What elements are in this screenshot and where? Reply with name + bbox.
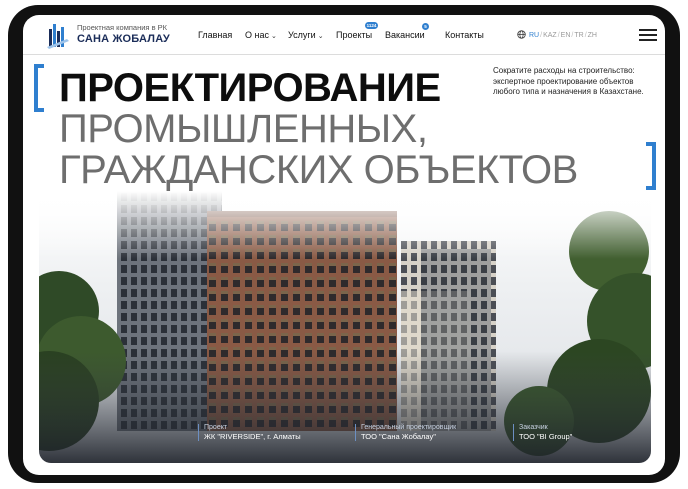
nav-item-services[interactable]: Услуги ⌄	[288, 30, 324, 40]
language-switcher: RU/KAZ/EN/TR/ZH	[517, 30, 597, 39]
projects-count-badge: 1124	[365, 22, 378, 29]
general-designer-info: Генеральный проектировщик ТОО "Сана Жоба…	[355, 424, 456, 441]
logo-subtitle: Проектная компания в РК	[77, 23, 168, 32]
lang-separator: /	[540, 32, 543, 39]
nav-item-label: Главная	[198, 30, 233, 40]
left-bracket-decoration	[34, 64, 44, 112]
site-header: Проектная компания в РК САНА ЖОБАЛАУ Гла…	[23, 15, 665, 55]
customer-value: ТОО "BI Group"	[519, 432, 573, 441]
nav-item-vacancies[interactable]: Вакансии	[385, 30, 425, 40]
nav-item-home[interactable]: Главная	[198, 30, 232, 40]
lang-ru[interactable]: RU	[529, 32, 539, 39]
nav-item-projects[interactable]: Проекты	[336, 30, 372, 40]
hero-building-image	[39, 191, 651, 463]
chevron-down-icon: ⌄	[270, 33, 277, 40]
project-label: Проект	[204, 424, 228, 431]
nav-item-label: Услуги	[288, 30, 316, 40]
logo[interactable]: Проектная компания в РК САНА ЖОБАЛАУ	[47, 21, 197, 49]
lang-separator: /	[557, 32, 560, 39]
nav-item-contacts[interactable]: Контакты	[445, 30, 484, 40]
customer-label: Заказчик	[519, 424, 548, 431]
logo-mark-icon	[47, 24, 69, 49]
customer-info: Заказчик ТОО "BI Group"	[513, 424, 572, 441]
lang-tr[interactable]: TR	[574, 32, 583, 39]
hero-tagline: Сократите расходы на строительство: эксп…	[493, 66, 644, 96]
hero-title-line-3: ГРАЖДАНСКИХ ОБЪЕКТОВ	[59, 148, 578, 192]
nav-item-about[interactable]: О нас ⌄	[245, 30, 277, 40]
hero-title-line-2: ПРОМЫШЛЕННЫХ,	[59, 107, 428, 151]
nav-item-label: Проекты	[336, 30, 373, 40]
project-info: Проект ЖК "RIVERSIDE", г. Алматы	[198, 424, 301, 441]
lang-en[interactable]: EN	[561, 32, 571, 39]
nav-item-label: Контакты	[445, 30, 484, 40]
globe-icon	[517, 30, 526, 39]
nav-item-label: Вакансии	[385, 30, 425, 40]
screen: Проектная компания в РК САНА ЖОБАЛАУ Гла…	[23, 15, 665, 475]
device-frame: Проектная компания в РК САНА ЖОБАЛАУ Гла…	[8, 5, 680, 483]
chevron-down-icon: ⌄	[317, 33, 324, 40]
lang-kaz[interactable]: KAZ	[543, 32, 557, 39]
vacancies-count-badge: 5	[422, 23, 429, 30]
logo-name: САНА ЖОБАЛАУ	[77, 33, 170, 45]
project-value: ЖК "RIVERSIDE", г. Алматы	[204, 432, 301, 441]
lang-zh[interactable]: ZH	[588, 32, 597, 39]
hero-title-line-1: ПРОЕКТИРОВАНИЕ	[59, 66, 441, 110]
general-designer-value: ТОО "Сана Жобалау"	[361, 432, 436, 441]
general-designer-label: Генеральный проектировщик	[361, 424, 457, 431]
menu-icon[interactable]	[639, 29, 657, 41]
lang-separator: /	[584, 32, 587, 39]
nav-item-label: О нас	[245, 30, 269, 40]
right-bracket-decoration	[646, 142, 656, 190]
